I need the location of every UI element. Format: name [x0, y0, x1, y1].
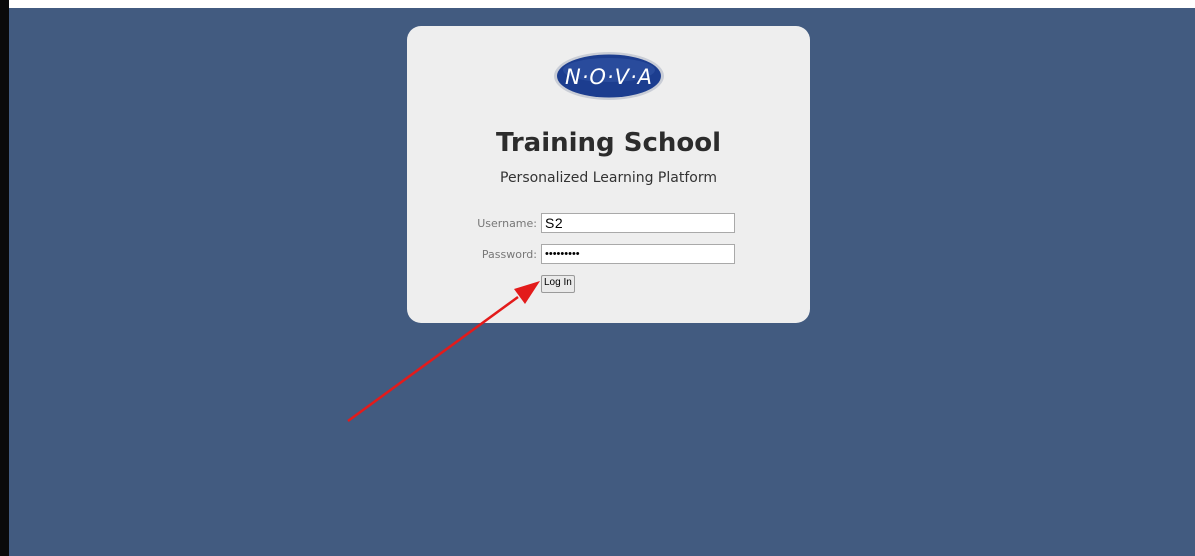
username-input[interactable]: S2 [541, 213, 735, 233]
login-card: N·O·V·A Training School Personalized Lea… [407, 26, 810, 323]
left-edge-bar [0, 0, 9, 556]
login-button[interactable]: Log In [541, 275, 575, 293]
page-subtitle: Personalized Learning Platform [500, 170, 717, 186]
logo-text: N·O·V·A [565, 65, 653, 89]
password-label: Password: [481, 248, 537, 261]
page-title: Training School [495, 128, 722, 158]
username-label: Username: [477, 217, 537, 230]
password-input[interactable]: ••••••••• [541, 244, 735, 264]
nova-logo: N·O·V·A [554, 52, 664, 100]
